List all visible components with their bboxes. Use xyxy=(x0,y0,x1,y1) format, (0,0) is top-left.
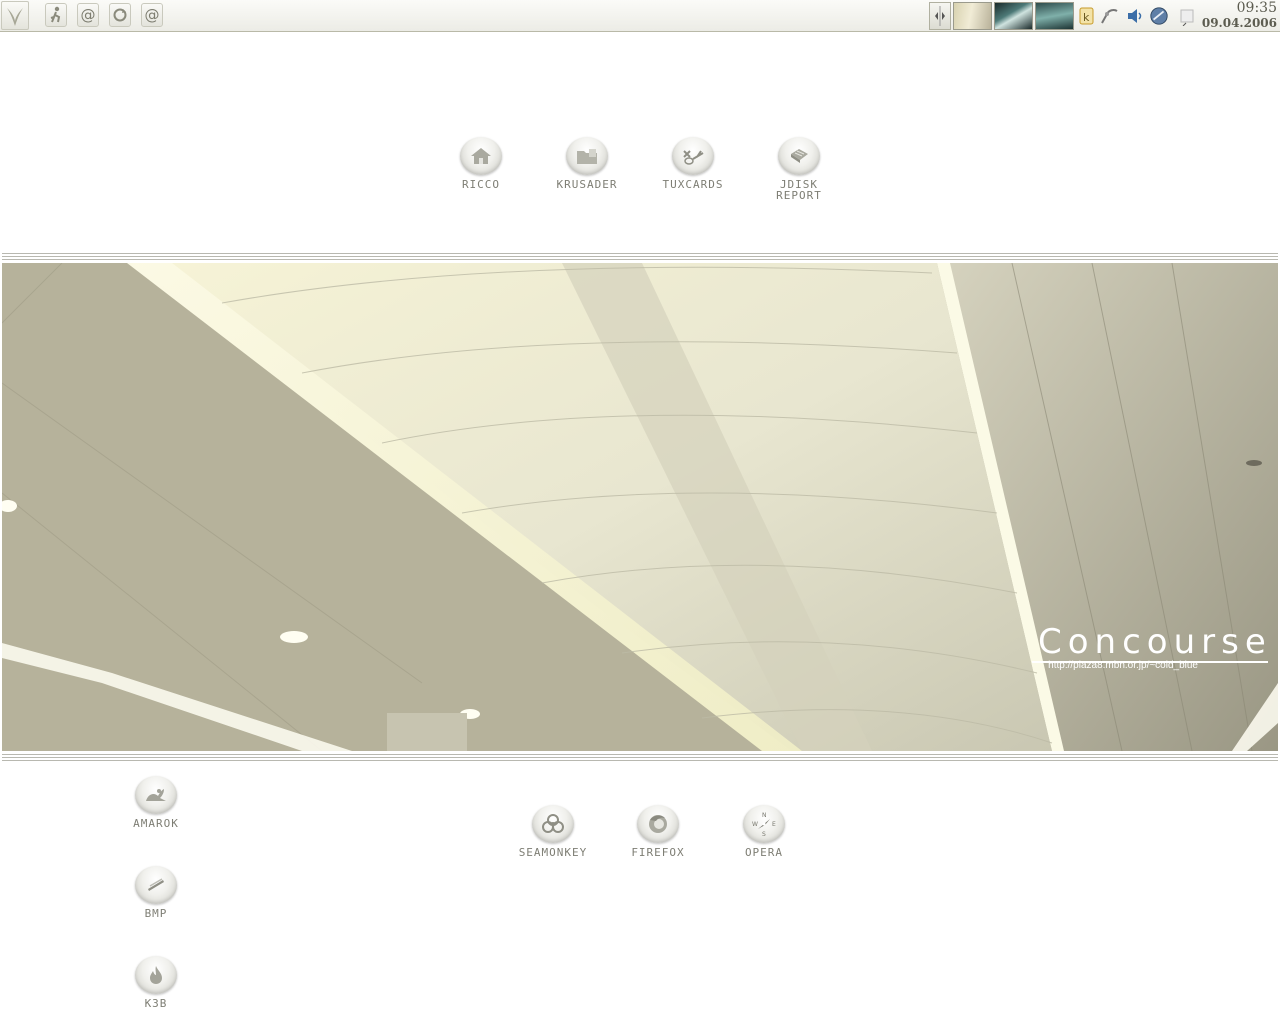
svg-text:S: S xyxy=(762,831,766,838)
desktop-icon-label: RICCO xyxy=(461,178,501,191)
disk-report-icon xyxy=(791,149,808,163)
arrows-icon xyxy=(935,6,945,26)
desktop-icon-orb xyxy=(135,866,177,904)
desktop-icon-bmp[interactable]: BMP xyxy=(111,866,201,919)
volume-tray[interactable] xyxy=(1125,5,1145,27)
desktop-icon-label: K3B xyxy=(144,997,168,1010)
calendar-icon xyxy=(1180,9,1194,26)
k-menu-button[interactable] xyxy=(1,1,29,30)
wallpaper-title: Concourse xyxy=(1032,623,1268,663)
flame-icon xyxy=(150,966,162,984)
desktop-icon-label: AMAROK xyxy=(133,817,179,830)
firefox-icon xyxy=(649,815,667,833)
desktop-icon-tuxcards[interactable]: TUXCARDS xyxy=(648,137,738,190)
wallpaper-top-lines xyxy=(2,251,1278,260)
desktop-icon-k3b[interactable]: K3B xyxy=(111,956,201,1009)
quicklaunch-mail-2[interactable]: @ xyxy=(141,3,163,27)
wallpaper-url: http://plaza8.mbn.or.jp/~cold_blue xyxy=(1048,660,1198,671)
desktop-icon-seamonkey[interactable]: SEAMONKEY xyxy=(505,805,601,858)
speaker-icon xyxy=(1128,9,1142,23)
pager-desktop-3[interactable] xyxy=(1035,2,1074,30)
desktop-icon-orb: N S W E xyxy=(743,805,785,843)
panel-clock[interactable]: 09:35 09.04.2006 xyxy=(1199,1,1277,31)
home-icon xyxy=(471,148,491,164)
desktop-icon-opera[interactable]: N S W E OPERA xyxy=(719,805,809,858)
desktop-icon-firefox[interactable]: FIREFOX xyxy=(613,805,703,858)
pager-arrows[interactable] xyxy=(929,2,951,30)
desktop-icon-orb xyxy=(778,137,820,175)
wallpaper-bottom-lines xyxy=(2,752,1278,761)
concourse-ceiling-photo xyxy=(2,263,1278,751)
network-tray[interactable] xyxy=(1099,5,1119,27)
quicklaunch-mail-1[interactable]: @ xyxy=(77,3,99,27)
kmix-tray[interactable] xyxy=(1149,5,1169,27)
desktop-icon-orb xyxy=(135,776,177,814)
desktop-icon-ricco[interactable]: RICCO xyxy=(436,137,526,190)
desktop-icon-label: SEAMONKEY xyxy=(518,846,588,859)
desktop-icon-amarok[interactable]: AMAROK xyxy=(111,776,201,829)
desktop-icon-label: JDISK REPORT xyxy=(776,178,822,202)
quicklaunch-run[interactable] xyxy=(45,3,67,27)
desktop-icon-orb xyxy=(672,137,714,175)
desktop-icon-orb xyxy=(135,956,177,994)
desktop-icon-label: OPERA xyxy=(744,846,784,859)
at-icon: @ xyxy=(144,5,160,24)
amarok-icon xyxy=(146,789,166,801)
k-menu-icon xyxy=(7,7,23,26)
folder-icon xyxy=(577,149,597,164)
tools-icon xyxy=(683,150,704,165)
desktop-icon-label: BMP xyxy=(144,907,168,920)
pager-desktop-1[interactable] xyxy=(953,2,992,30)
desktop-icon-orb xyxy=(532,805,574,843)
clock-date: 09.04.2006 xyxy=(1201,16,1277,30)
at-icon: @ xyxy=(80,5,96,24)
clock-time: 09:35 xyxy=(1236,0,1277,16)
compass-icon: N S W E xyxy=(752,812,776,838)
klipper-icon: k xyxy=(1079,7,1094,25)
svg-text:k: k xyxy=(1083,11,1090,24)
calendar-tray[interactable] xyxy=(1177,5,1197,27)
desktop-icon-label: TUXCARDS xyxy=(662,178,724,191)
klipper-tray[interactable]: k xyxy=(1077,5,1097,27)
desktop-icon-krusader[interactable]: KRUSADER xyxy=(542,137,632,190)
desktop-icon-jdiskreport[interactable]: JDISK REPORT xyxy=(754,137,844,201)
pager-desktop-2[interactable] xyxy=(994,2,1033,30)
refresh-icon xyxy=(113,8,127,22)
run-icon xyxy=(50,6,61,23)
globe-icon xyxy=(1150,7,1168,25)
desktop-icon-label: FIREFOX xyxy=(631,846,685,859)
biohazard-icon xyxy=(542,814,564,833)
bmp-icon xyxy=(148,878,164,891)
satellite-icon xyxy=(1101,9,1118,24)
svg-text:N: N xyxy=(762,812,767,819)
svg-text:W: W xyxy=(752,821,758,828)
wallpaper-photo: Concourse http://plaza8.mbn.or.jp/~cold_… xyxy=(2,263,1278,751)
desktop-icon-orb xyxy=(460,137,502,175)
kde-panel: @ @ k 09:35 09.04.2006 xyxy=(0,0,1280,32)
desktop-icon-orb xyxy=(637,805,679,843)
svg-text:E: E xyxy=(772,821,776,828)
quicklaunch-refresh[interactable] xyxy=(109,3,131,27)
desktop-icon-label: KRUSADER xyxy=(556,178,618,191)
desktop-icon-orb xyxy=(566,137,608,175)
